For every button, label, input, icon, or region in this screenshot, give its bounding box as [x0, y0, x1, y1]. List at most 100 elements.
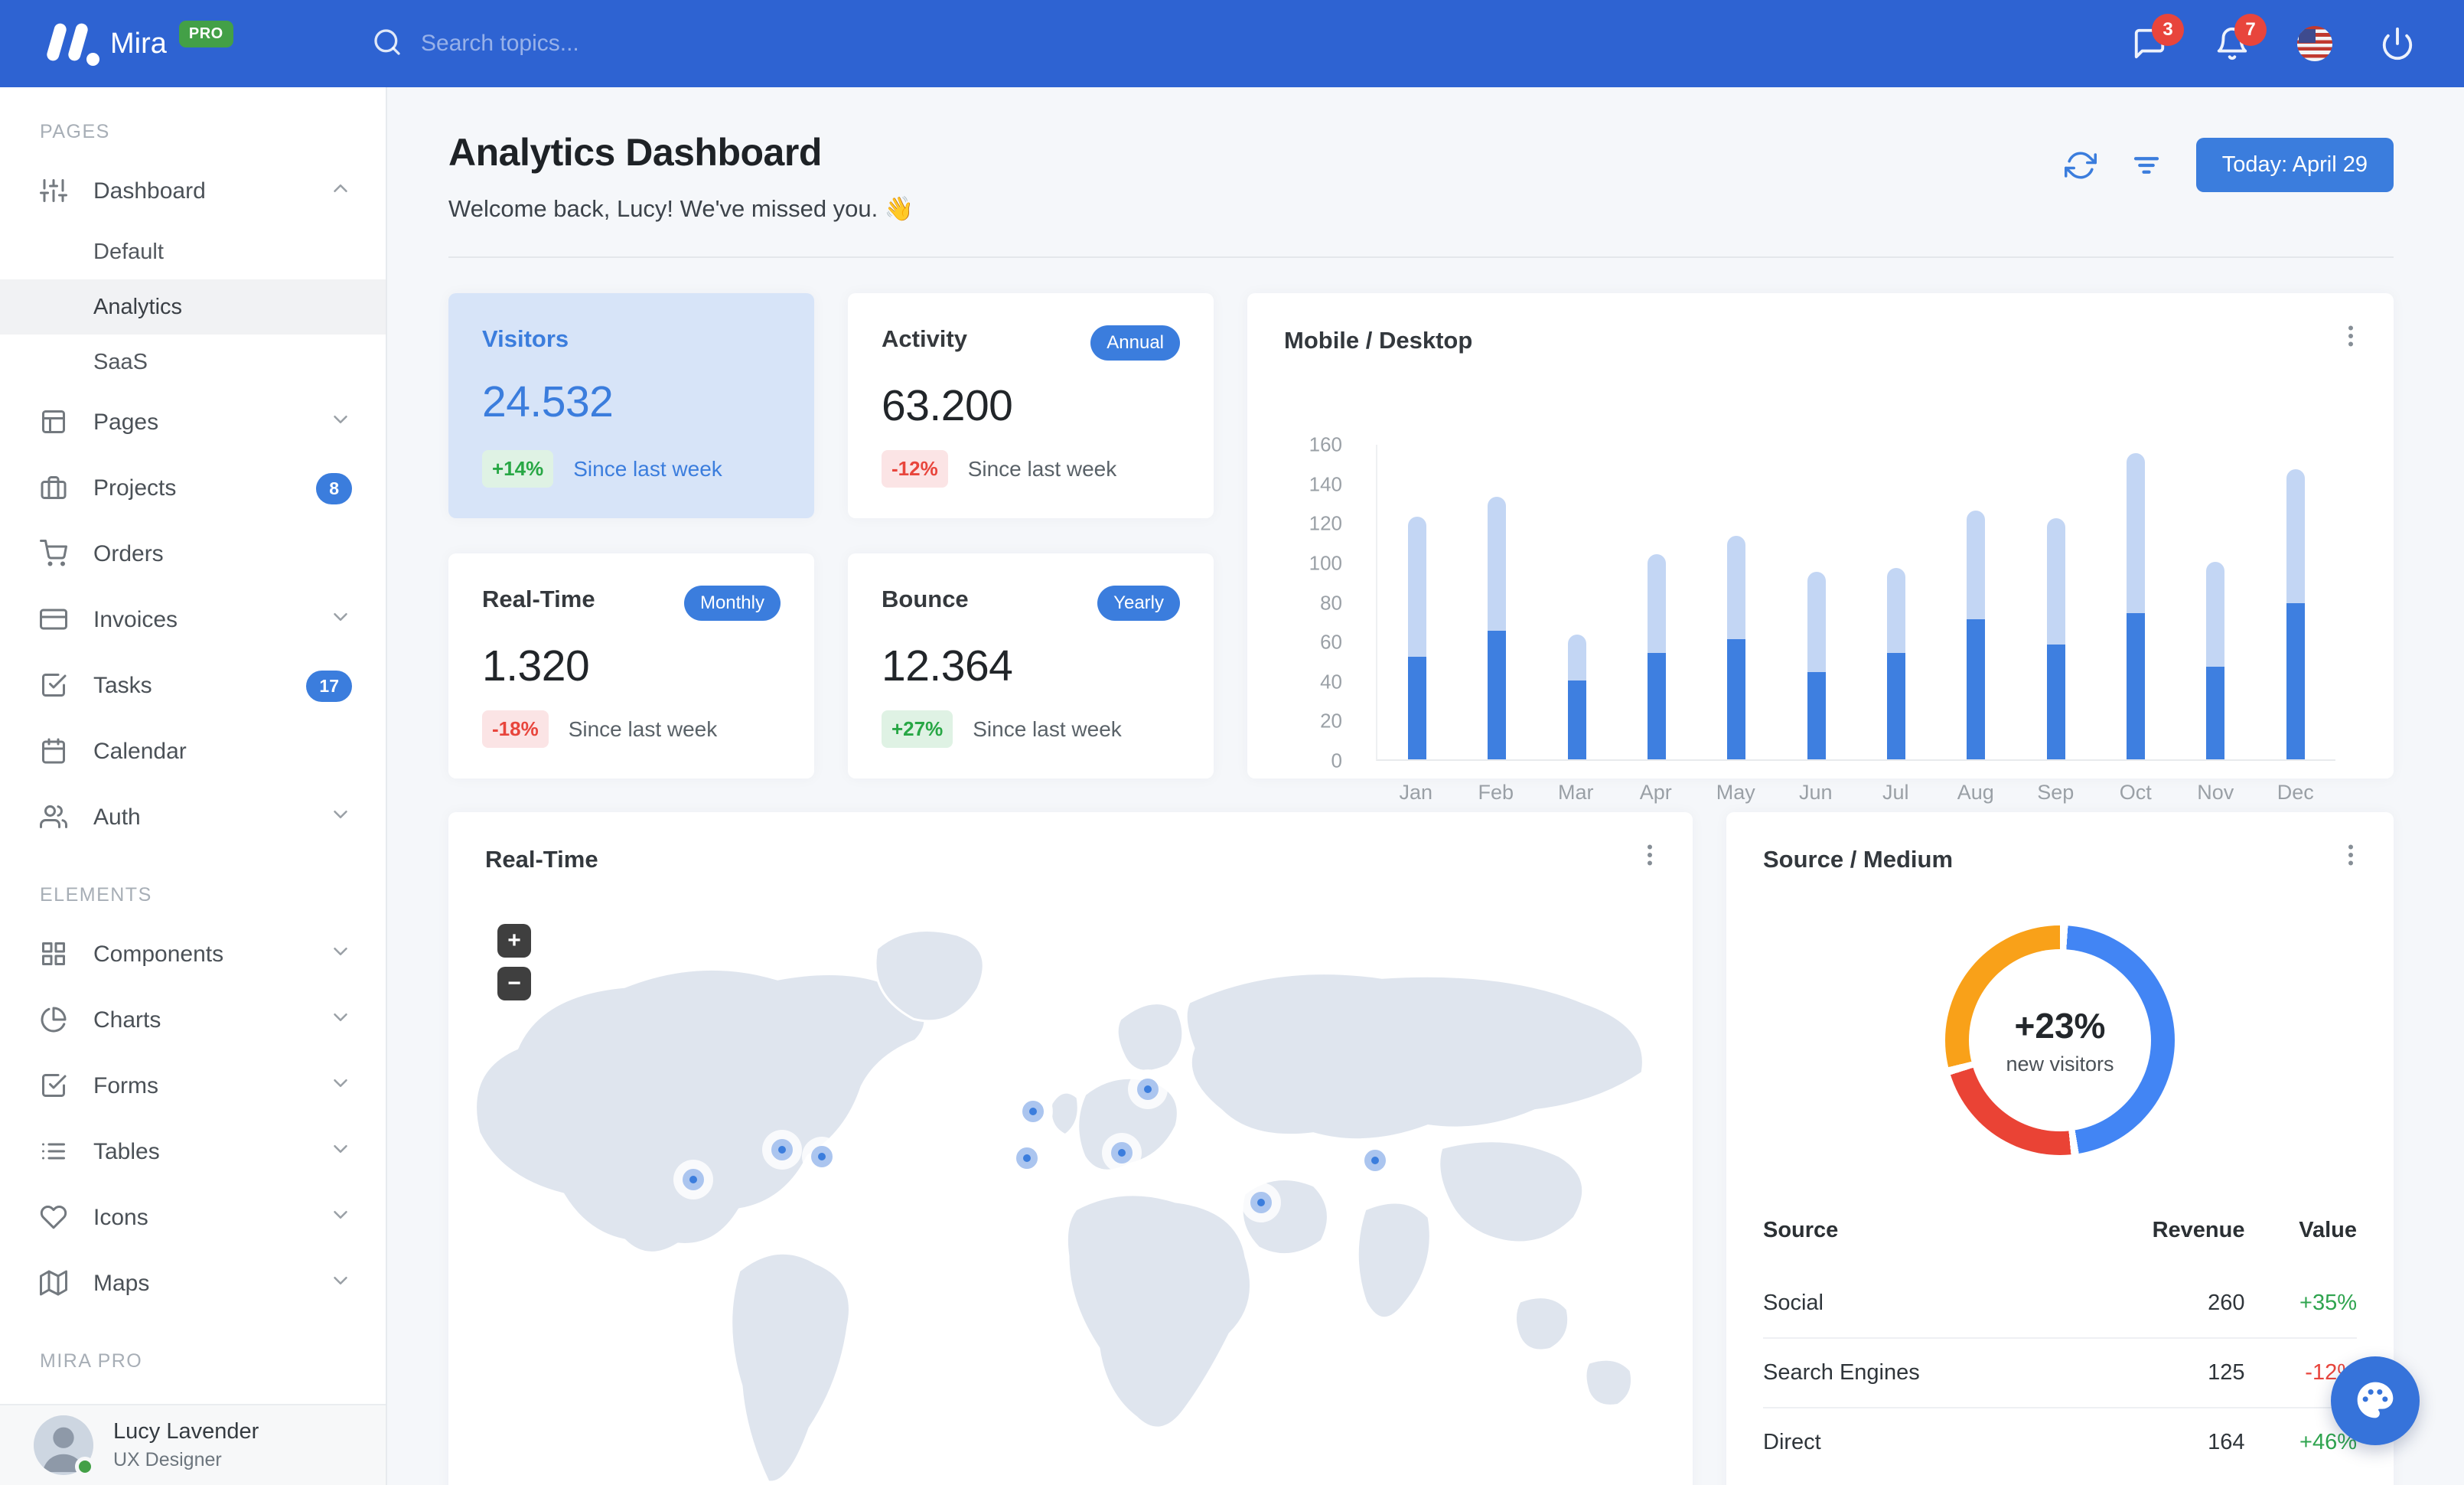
- chevron-down-icon: [329, 1006, 352, 1035]
- sidebar-item-icons[interactable]: Icons: [0, 1185, 386, 1251]
- user-name: Lucy Lavender: [113, 1419, 259, 1444]
- stat-title: Activity: [882, 325, 967, 352]
- sidebar-item-tables[interactable]: Tables: [0, 1119, 386, 1185]
- stat-delta-chip: +27%: [882, 710, 953, 748]
- map-marker[interactable]: [1136, 1079, 1159, 1101]
- sidebar-item-label: Tables: [93, 1139, 160, 1164]
- refresh-icon[interactable]: [2064, 149, 2097, 181]
- source-card-title: Source / Medium: [1763, 846, 1954, 873]
- sidebar-item-label: Icons: [93, 1205, 148, 1230]
- sidebar-item-calendar[interactable]: Calendar: [0, 719, 386, 785]
- stat-value: 12.364: [882, 641, 1013, 690]
- calendar-icon: [40, 737, 73, 766]
- map-marker[interactable]: [1110, 1142, 1133, 1164]
- sidebar-item-forms[interactable]: Forms: [0, 1053, 386, 1119]
- sidebar-item-auth[interactable]: Auth: [0, 785, 386, 850]
- stat-delta-chip: -18%: [482, 710, 549, 748]
- stat-caption: Since last week: [973, 716, 1122, 741]
- map-marker[interactable]: [771, 1138, 793, 1160]
- language-flag-button[interactable]: [2297, 26, 2332, 61]
- desktop-segment: [1648, 553, 1667, 653]
- world-map[interactable]: + −: [448, 902, 1693, 1485]
- filter-icon[interactable]: [2130, 149, 2163, 181]
- check-square-icon: [40, 1072, 73, 1101]
- sidebar-item-analytics[interactable]: Analytics: [0, 279, 386, 335]
- sidebar-item-orders[interactable]: Orders: [0, 521, 386, 587]
- theme-palette-fab[interactable]: [2331, 1356, 2420, 1445]
- bar-oct: [2096, 452, 2176, 759]
- sidebar-item-dashboard[interactable]: Dashboard: [0, 158, 386, 224]
- desktop-segment: [2046, 518, 2065, 645]
- sidebar-section-label: ELEMENTS: [40, 884, 152, 906]
- sidebar-item-label: Dashboard: [93, 178, 206, 204]
- sidebar-item-label: Tasks: [93, 673, 152, 698]
- chevron-down-icon: [329, 1203, 352, 1232]
- map-marker[interactable]: [683, 1168, 705, 1190]
- sidebar: PAGES Dashboard Default Analytics SaaS Pages P…: [0, 87, 387, 1485]
- notifications-button[interactable]: 7: [2215, 14, 2267, 61]
- chevron-down-icon: [329, 408, 352, 437]
- chevron-down-icon: [329, 940, 352, 969]
- mobile-segment: [1488, 631, 1507, 759]
- zoom-in-button[interactable]: +: [497, 924, 531, 958]
- bottom-row: Real-Time + − Source / Medium +23% new v…: [448, 812, 2394, 1485]
- sidebar-item-label: Components: [93, 942, 224, 967]
- stat-period-badge[interactable]: Annual: [1090, 325, 1180, 361]
- sidebar-item-components[interactable]: Components: [0, 922, 386, 987]
- sidebar-user[interactable]: Lucy Lavender UX Designer: [0, 1404, 386, 1485]
- sidebar-item-pages[interactable]: Pages: [0, 390, 386, 455]
- y-tick: 100: [1309, 551, 1342, 575]
- map-marker[interactable]: [1016, 1147, 1038, 1170]
- mobile-segment: [1408, 656, 1427, 759]
- sidebar-item-invoices[interactable]: Invoices: [0, 587, 386, 653]
- card-menu-button[interactable]: [2337, 841, 2365, 873]
- stat-caption: Since last week: [568, 716, 718, 741]
- map-marker[interactable]: [810, 1145, 833, 1167]
- search-input[interactable]: [421, 31, 819, 57]
- desktop-segment: [2127, 452, 2146, 613]
- y-tick: 0: [1331, 749, 1342, 772]
- x-tick: Feb: [1478, 781, 1514, 804]
- bar-jun: [1777, 571, 1856, 759]
- sidebar-item-tasks[interactable]: Tasks 17: [0, 653, 386, 719]
- signout-button[interactable]: [2380, 26, 2415, 61]
- y-tick: 160: [1309, 432, 1342, 456]
- sidebar-item-projects[interactable]: Projects 8: [0, 455, 386, 521]
- header-controls: Today: April 29: [2064, 138, 2394, 192]
- stat-delta-chip: +14%: [482, 450, 554, 488]
- stat-title: Visitors: [482, 325, 569, 352]
- sidebar-item-label: Default: [93, 239, 164, 264]
- sidebar-item-label: Invoices: [93, 607, 178, 632]
- stat-period-badge[interactable]: Monthly: [683, 586, 781, 621]
- y-tick: 120: [1309, 511, 1342, 535]
- sidebar-item-saas[interactable]: SaaS: [0, 335, 386, 390]
- sidebar-count-badge: 17: [306, 670, 352, 702]
- stat-value: 1.320: [482, 641, 590, 690]
- card-menu-button[interactable]: [2337, 322, 2365, 354]
- date-button[interactable]: Today: April 29: [2195, 138, 2394, 192]
- sidebar-item-charts[interactable]: Charts: [0, 987, 386, 1053]
- bar-dec: [2256, 468, 2335, 759]
- map-marker[interactable]: [1364, 1149, 1387, 1171]
- card-menu-button[interactable]: [1636, 841, 1664, 873]
- desktop-segment: [1408, 516, 1427, 657]
- stat-card-activity: Activity Annual 63.200 -12% Since last w…: [848, 293, 1214, 518]
- sidebar-item-default[interactable]: Default: [0, 224, 386, 279]
- sidebar-item-maps[interactable]: Maps: [0, 1251, 386, 1317]
- bar-apr: [1617, 553, 1696, 759]
- map-marker[interactable]: [1250, 1191, 1272, 1213]
- map-marker[interactable]: [1022, 1100, 1045, 1122]
- credit-card-icon: [40, 605, 73, 635]
- desktop-segment: [1488, 496, 1507, 632]
- stat-period-badge[interactable]: Yearly: [1097, 586, 1180, 621]
- source-medium-card: Source / Medium +23% new visitors Source…: [1726, 812, 2394, 1485]
- x-tick: Jul: [1882, 781, 1909, 804]
- user-role: UX Designer: [113, 1449, 222, 1470]
- bar-sep: [2016, 518, 2096, 759]
- cell-revenue: 125: [2065, 1337, 2245, 1408]
- mobile-segment: [1967, 618, 1986, 759]
- messages-button[interactable]: 3: [2132, 14, 2184, 61]
- zoom-out-button[interactable]: −: [497, 967, 531, 1000]
- brand[interactable]: Mira PRO: [43, 19, 372, 68]
- stat-caption: Since last week: [573, 456, 722, 481]
